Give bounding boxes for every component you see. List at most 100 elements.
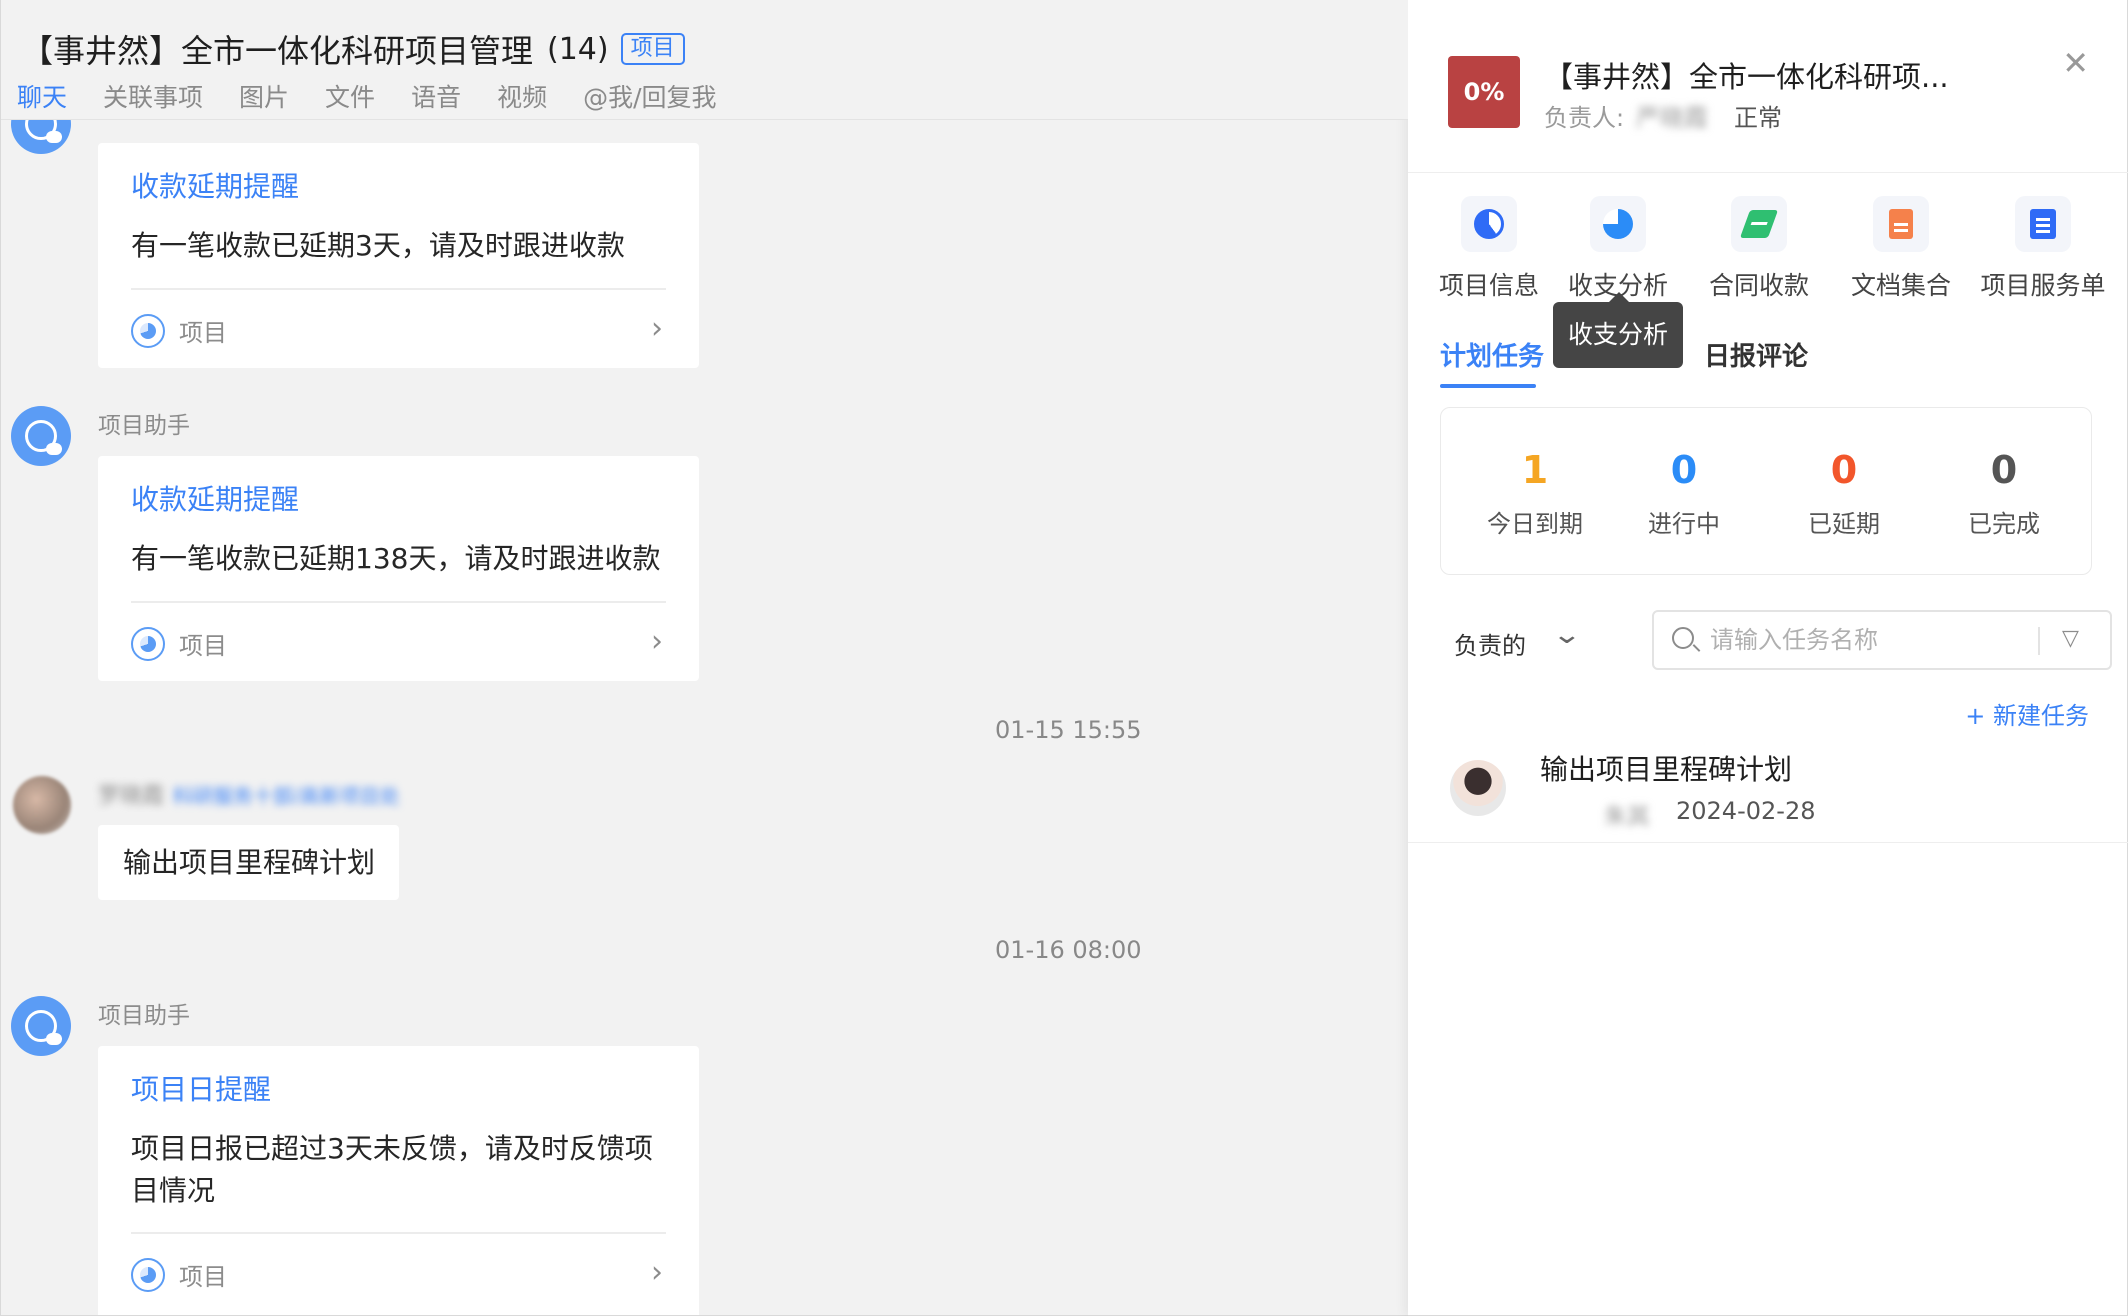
tab-voice[interactable]: 语音 (411, 78, 461, 114)
card-divider (131, 601, 666, 603)
chevron-right-icon: › (651, 1255, 663, 1290)
stat-label: 今日到期 (1487, 510, 1583, 538)
task-search-box: ▽ (1652, 610, 2112, 670)
message-card[interactable]: 项目日提醒 项目日报已超过3天未反馈，请及时反馈项目情况 项目 › (98, 1046, 699, 1315)
assignee-avatar (1450, 760, 1506, 816)
project-name: 【事井然】全市一体化科研项... (1544, 60, 1949, 94)
close-icon[interactable]: ✕ (2062, 44, 2089, 82)
chat-tabs: 聊天 关联事项 图片 文件 语音 视频 @我/回复我 (17, 78, 717, 114)
stat-label: 已延期 (1808, 510, 1880, 538)
message-card[interactable]: 收款延期提醒 有一笔收款已延期138天，请及时跟进收款 项目 › (98, 456, 699, 681)
user-name: 罗晓霞 (98, 784, 165, 809)
tab-images[interactable]: 图片 (239, 78, 289, 114)
task-stats: 1 今日到期 0 进行中 0 已延期 0 已完成 (1440, 407, 2092, 575)
card-title: 收款延期提醒 (131, 170, 300, 203)
owner-filter-select[interactable]: 负责的 (1454, 626, 1526, 661)
stat-in-progress[interactable]: 0 进行中 (1614, 448, 1754, 539)
chat-header: 【事井然】全市一体化科研项目管理 (14) 项目 聊天 关联事项 图片 文件 语… (1, 0, 1408, 120)
tab-plan-tasks[interactable]: 计划任务 (1440, 336, 1544, 373)
contract-icon (1731, 196, 1787, 252)
service-list-icon (2015, 196, 2071, 252)
tab-chat[interactable]: 聊天 (17, 78, 67, 114)
stat-value: 0 (1830, 448, 1858, 492)
card-footer-label: 项目 (179, 632, 227, 660)
card-title: 收款延期提醒 (131, 483, 300, 516)
card-text: 有一笔收款已延期3天，请及时跟进收款 (131, 229, 625, 262)
stat-completed[interactable]: 0 已完成 (1934, 448, 2074, 539)
fn-label: 文档集合 (1850, 271, 1951, 300)
owner-name: 严晓霞 (1636, 104, 1708, 132)
user-dept: 科研服务十部/高新项目处 (173, 784, 400, 808)
stat-overdue[interactable]: 0 已延期 (1774, 448, 1914, 539)
timestamp: 01-15 15:55 (995, 716, 1142, 744)
card-divider (131, 1232, 666, 1234)
project-status: 正常 (1734, 104, 1782, 132)
card-divider (131, 288, 666, 290)
tab-mentions[interactable]: @我/回复我 (583, 78, 716, 114)
user-avatar[interactable] (13, 776, 71, 834)
card-text: 项目日报已超过3天未反馈，请及时反馈项目情况 (131, 1132, 653, 1207)
sender-name: 项目助手 (98, 1003, 190, 1029)
project-tag: 项目 (620, 33, 685, 65)
fn-project-info[interactable]: 项目信息 (1424, 196, 1554, 302)
card-text: 有一笔收款已延期138天，请及时跟进收款 (131, 542, 661, 575)
assistant-avatar[interactable] (11, 996, 71, 1056)
fn-label: 合同收款 (1708, 271, 1809, 300)
divider (2038, 627, 2040, 655)
stat-value: 0 (1670, 448, 1698, 492)
assistant-avatar[interactable] (11, 406, 71, 466)
project-icon (131, 626, 165, 661)
fn-documents[interactable]: 文档集合 (1836, 196, 1966, 302)
chat-title-text: 【事井然】全市一体化科研项目管理 (21, 32, 534, 70)
project-icon (131, 313, 165, 348)
sender-name: 项目助手 (98, 413, 190, 439)
fn-contract-payment[interactable]: 合同收款 (1694, 196, 1824, 302)
active-tab-indicator (1440, 384, 1536, 388)
project-info-icon (1461, 196, 1517, 252)
chevron-right-icon: › (651, 624, 663, 659)
tab-related[interactable]: 关联事项 (103, 78, 203, 114)
document-icon (1873, 196, 1929, 252)
message-card[interactable]: 收款延期提醒 有一笔收款已延期3天，请及时跟进收款 项目 › (98, 143, 699, 368)
user-message-bubble[interactable]: 输出项目里程碑计划 (98, 825, 399, 900)
chat-pane: 【事井然】全市一体化科研项目管理 (14) 项目 聊天 关联事项 图片 文件 语… (0, 0, 1408, 1316)
card-footer[interactable]: 项目 (131, 626, 227, 661)
chevron-right-icon: › (651, 311, 663, 346)
stat-due-today[interactable]: 1 今日到期 (1465, 448, 1605, 539)
card-footer[interactable]: 项目 (131, 1257, 227, 1292)
timestamp: 01-16 08:00 (995, 936, 1142, 964)
header-divider (1408, 172, 2128, 173)
task-divider (1408, 842, 2128, 843)
owner-label: 负责人: (1544, 104, 1625, 132)
project-icon (131, 1257, 165, 1292)
tab-files[interactable]: 文件 (325, 78, 375, 114)
stat-value: 0 (1990, 448, 2018, 492)
fn-label: 项目信息 (1438, 271, 1539, 300)
fn-service-list[interactable]: 项目服务单 (1978, 196, 2108, 302)
stat-label: 进行中 (1648, 510, 1720, 538)
task-due-date: 2024-02-28 (1676, 797, 1816, 825)
task-search-input[interactable] (1710, 620, 2030, 660)
fn-label: 项目服务单 (1980, 271, 2106, 300)
task-name[interactable]: 输出项目里程碑计划 (1540, 748, 1792, 788)
member-count[interactable]: (14) (547, 32, 609, 67)
card-footer[interactable]: 项目 (131, 313, 227, 348)
filter-icon[interactable]: ▽ (2062, 626, 2079, 651)
task-assignee: 朱其 (1604, 804, 1650, 830)
stat-value: 1 (1521, 448, 1549, 492)
project-detail-panel: 0% 【事井然】全市一体化科研项... 负责人: 严晓霞 正常 ✕ 项目信息 收… (1408, 0, 2128, 1316)
project-logo: 0% (1448, 56, 1520, 128)
chat-title: 【事井然】全市一体化科研项目管理 (14) 项目 (21, 26, 685, 72)
fn-income-analysis[interactable]: 收支分析 (1553, 196, 1683, 302)
stat-label: 已完成 (1968, 510, 2040, 538)
new-task-button[interactable]: + 新建任务 (1965, 696, 2089, 731)
income-analysis-icon (1590, 196, 1646, 252)
search-icon (1672, 627, 1694, 649)
chevron-down-icon[interactable]: ⌄ (1552, 620, 1583, 650)
tab-daily-comments[interactable]: 日报评论 (1704, 336, 1808, 373)
card-footer-label: 项目 (179, 319, 227, 347)
tooltip: 收支分析 (1553, 292, 1683, 368)
card-footer-label: 项目 (179, 1263, 227, 1291)
tab-video[interactable]: 视频 (497, 78, 547, 114)
card-title: 项目日提醒 (131, 1073, 272, 1106)
